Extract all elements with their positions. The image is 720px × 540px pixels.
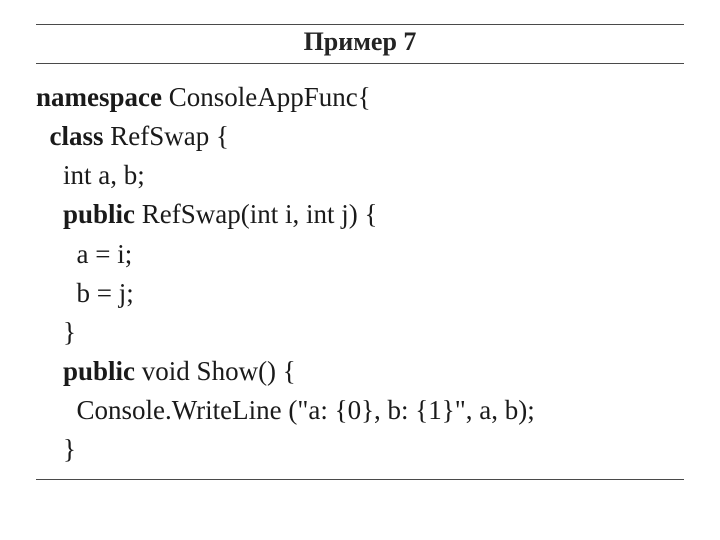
title-container: Пример 7 (36, 24, 684, 64)
footer-divider (36, 479, 684, 480)
code-text: void Show() { (135, 356, 296, 386)
keyword-public: public (63, 199, 135, 229)
code-text: a = i; (36, 239, 132, 269)
keyword-namespace: namespace (36, 82, 162, 112)
keyword-public: public (63, 356, 135, 386)
code-text: Console.WriteLine ("a: {0}, b: {1}", a, … (36, 395, 535, 425)
slide-title: Пример 7 (304, 27, 417, 56)
slide: Пример 7 namespace ConsoleAppFunc{ class… (0, 0, 720, 540)
code-text: ConsoleAppFunc{ (162, 82, 371, 112)
code-text: RefSwap { (104, 121, 229, 151)
code-text: RefSwap(int i, int j) { (135, 199, 377, 229)
code-block: namespace ConsoleAppFunc{ class RefSwap … (36, 78, 684, 469)
code-text: } (36, 317, 76, 347)
code-text: int a, b; (36, 160, 145, 190)
code-text: b = j; (36, 278, 134, 308)
code-text: } (36, 434, 76, 464)
keyword-class: class (50, 121, 104, 151)
